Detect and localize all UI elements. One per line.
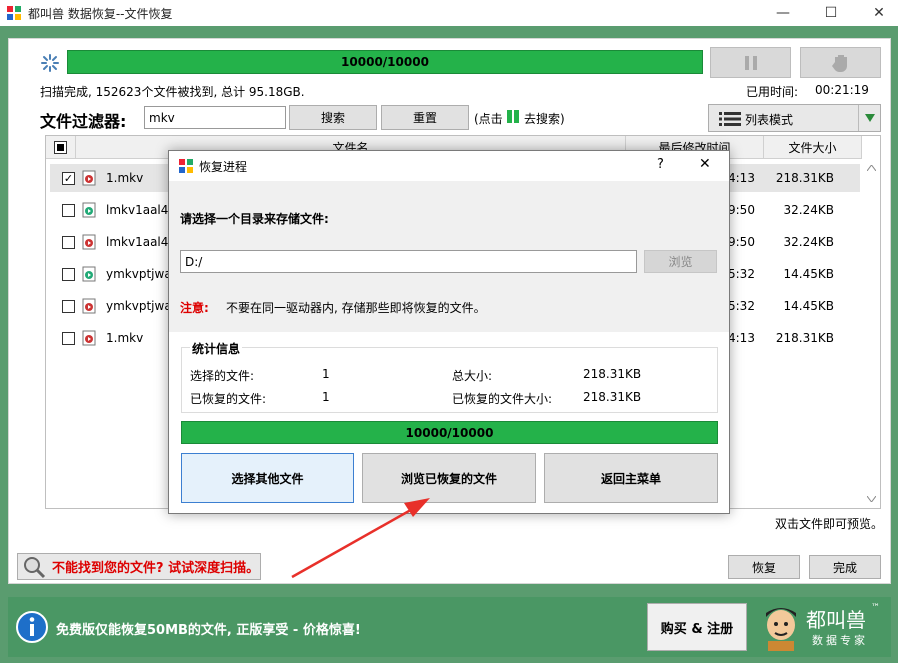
title-bar: 都叫兽 数据恢复--文件恢复 — ☐ ✕ bbox=[0, 0, 898, 26]
app-logo-icon bbox=[7, 6, 21, 20]
dialog-help-button[interactable]: ? bbox=[657, 157, 664, 172]
file-size: 218.31KB bbox=[775, 331, 834, 345]
search-button[interactable]: 搜索 bbox=[289, 105, 377, 130]
close-button[interactable]: ✕ bbox=[856, 0, 898, 26]
total-size-label: 总大小: bbox=[452, 369, 493, 383]
pause-button[interactable] bbox=[710, 47, 791, 78]
recovered-files-value: 1 bbox=[322, 390, 330, 404]
select-other-files-button[interactable]: 选择其他文件 bbox=[181, 453, 354, 503]
view-mode-dropdown-arrow[interactable] bbox=[858, 105, 880, 131]
recovery-progress-bar: 10000/10000 bbox=[181, 421, 718, 444]
dialog-close-button[interactable]: ✕ bbox=[699, 156, 711, 172]
scroll-up-icon[interactable] bbox=[867, 165, 876, 171]
row-checkbox[interactable] bbox=[62, 204, 75, 217]
stop-button[interactable] bbox=[800, 47, 881, 78]
back-to-main-menu-button[interactable]: 返回主菜单 bbox=[544, 453, 718, 503]
elapsed-label: 已用时间: bbox=[746, 85, 799, 99]
row-checkbox[interactable]: ✓ bbox=[62, 172, 75, 185]
reset-button[interactable]: 重置 bbox=[381, 105, 469, 130]
file-size: 14.45KB bbox=[783, 267, 834, 281]
dialog-title: 恢复进程 bbox=[199, 160, 248, 174]
select-all-header[interactable] bbox=[46, 136, 76, 159]
file-name: 1.mkv bbox=[106, 331, 144, 345]
file-modified-time: 9:50 bbox=[728, 235, 755, 249]
elapsed-value: 00:21:19 bbox=[815, 83, 869, 97]
video-file-icon bbox=[82, 266, 96, 282]
note-label: 注意: bbox=[180, 301, 209, 315]
filter-input[interactable]: mkv bbox=[144, 106, 286, 129]
filter-label: 文件过滤器: bbox=[40, 112, 127, 131]
file-modified-time: 4:13 bbox=[728, 331, 755, 345]
minimize-button[interactable]: — bbox=[760, 0, 806, 26]
mascot-logo-icon bbox=[766, 608, 796, 651]
info-icon bbox=[16, 611, 48, 643]
video-file-icon bbox=[82, 202, 96, 218]
view-mode-select[interactable]: 列表模式 bbox=[708, 104, 881, 132]
list-view-icon bbox=[719, 112, 741, 126]
file-modified-time: 4:13 bbox=[728, 171, 755, 185]
stats-title: 统计信息 bbox=[190, 340, 243, 357]
view-mode-label: 列表模式 bbox=[745, 113, 794, 127]
file-modified-time: 5:32 bbox=[728, 267, 755, 281]
recovery-progress-dialog: 恢复进程 ? ✕ 请选择一个目录来存储文件: D:/ 浏览 注意: 不要在同一驱… bbox=[168, 150, 730, 514]
note-text: 不要在同一驱动器内, 存储那些即将恢复的文件。 bbox=[226, 301, 486, 315]
finish-button[interactable]: 完成 bbox=[809, 555, 881, 579]
recovered-size-value: 218.31KB bbox=[583, 390, 642, 404]
video-file-icon bbox=[82, 330, 96, 346]
video-file-icon bbox=[82, 298, 96, 314]
file-size: 32.24KB bbox=[783, 203, 834, 217]
table-scrollbar[interactable] bbox=[863, 159, 880, 508]
deep-scan-button[interactable]: 不能找到您的文件? 试试深度扫描。 bbox=[17, 553, 261, 580]
brand-name: 都叫兽 bbox=[806, 608, 866, 632]
buy-register-button[interactable]: 购买 & 注册 bbox=[647, 603, 747, 651]
dialog-prompt: 请选择一个目录来存储文件: bbox=[180, 212, 329, 226]
loading-spinner-icon bbox=[41, 54, 59, 72]
selected-files-value: 1 bbox=[322, 367, 330, 381]
brand-subtitle: 数据专家 bbox=[812, 634, 868, 647]
browse-path-button[interactable]: 浏览 bbox=[644, 250, 717, 273]
file-size: 32.24KB bbox=[783, 235, 834, 249]
video-file-icon bbox=[82, 170, 96, 186]
preview-hint: 双击文件即可预览。 bbox=[775, 517, 884, 531]
total-size-value: 218.31KB bbox=[583, 367, 642, 381]
green-pause-icon bbox=[507, 110, 519, 123]
save-path-input[interactable]: D:/ bbox=[180, 250, 637, 273]
scan-status-text: 扫描完成, 152623个文件被找到, 总计 95.18GB. bbox=[40, 85, 305, 99]
pause-icon bbox=[744, 55, 757, 70]
file-size: 218.31KB bbox=[775, 171, 834, 185]
dialog-app-icon bbox=[179, 159, 193, 173]
file-modified-time: 9:50 bbox=[728, 203, 755, 217]
license-notice: 免费版仅能恢复50MB的文件, 正版享受 - 价格惊喜! bbox=[56, 623, 361, 638]
select-all-checkbox[interactable] bbox=[54, 140, 67, 154]
recover-button[interactable]: 恢复 bbox=[728, 555, 800, 579]
maximize-button[interactable]: ☐ bbox=[808, 0, 854, 26]
stop-hand-icon bbox=[831, 54, 847, 72]
brand-trademark: ™ bbox=[871, 603, 880, 613]
column-header-size[interactable]: 文件大小 bbox=[764, 136, 862, 159]
file-name: 1.mkv bbox=[106, 171, 144, 185]
recovered-size-label: 已恢复的文件大小: bbox=[452, 392, 553, 406]
caret-down-icon bbox=[864, 114, 875, 122]
magnifier-icon bbox=[24, 556, 46, 578]
browse-recovered-files-button[interactable]: 浏览已恢复的文件 bbox=[362, 453, 536, 503]
row-checkbox[interactable] bbox=[62, 332, 75, 345]
file-modified-time: 5:32 bbox=[728, 299, 755, 313]
window-title: 都叫兽 数据恢复--文件恢复 bbox=[28, 7, 173, 21]
row-checkbox[interactable] bbox=[62, 268, 75, 281]
selected-files-label: 选择的文件: bbox=[190, 369, 255, 383]
row-checkbox[interactable] bbox=[62, 236, 75, 249]
recovered-files-label: 已恢复的文件: bbox=[190, 392, 267, 406]
scan-progress-text: 10000/10000 bbox=[341, 55, 429, 69]
filter-hint-prefix: (点击 bbox=[474, 112, 503, 126]
scroll-down-icon[interactable] bbox=[867, 496, 876, 502]
deep-scan-label: 不能找到您的文件? 试试深度扫描。 bbox=[52, 561, 260, 576]
recovery-progress-text: 10000/10000 bbox=[405, 425, 494, 440]
filter-hint-suffix: 去搜索) bbox=[524, 112, 565, 126]
scan-progress-bar: 10000/10000 bbox=[67, 50, 703, 74]
row-checkbox[interactable] bbox=[62, 300, 75, 313]
file-size: 14.45KB bbox=[783, 299, 834, 313]
video-file-icon bbox=[82, 234, 96, 250]
